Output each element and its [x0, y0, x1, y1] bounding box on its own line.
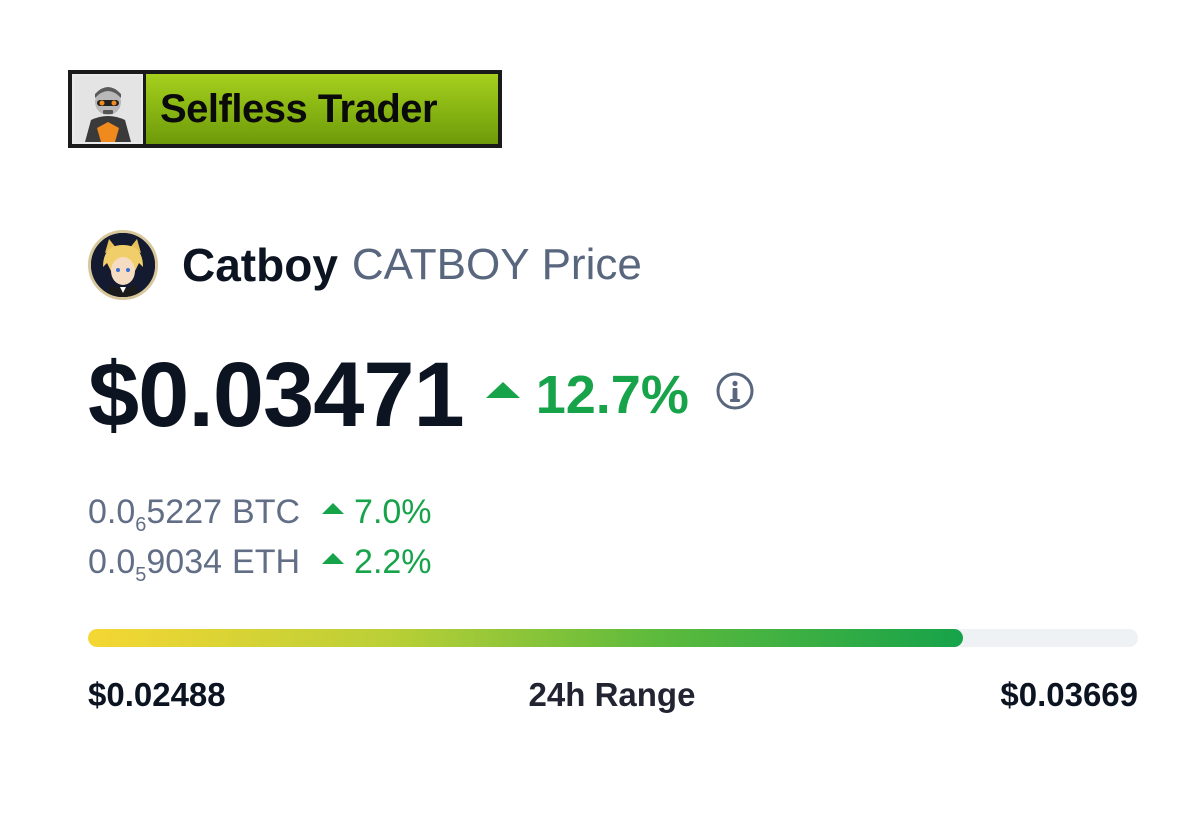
caret-up-icon [322, 502, 345, 514]
catboy-logo-icon [91, 233, 155, 297]
btc-price: 0.065227 [88, 492, 223, 536]
coin-logo [88, 230, 158, 300]
range-24h-track [88, 629, 1138, 647]
btc-change: 7.0% [322, 493, 432, 532]
watermark-badge: Selfless Trader [68, 70, 502, 148]
caret-up-icon [485, 382, 520, 398]
info-icon[interactable] [715, 371, 755, 411]
caret-up-icon [322, 552, 345, 564]
coin-title-suffix: Price [541, 240, 642, 289]
eth-price: 0.059034 [88, 542, 223, 586]
current-price: $0.03471 [88, 343, 465, 446]
watermark-avatar [72, 74, 146, 144]
range-24h-high: $0.03669 [1000, 676, 1138, 713]
coin-symbol: CATBOY [351, 240, 530, 289]
coin-header: Catboy CATBOY Price [88, 226, 642, 304]
price-row: $0.03471 12.7% [88, 340, 755, 450]
coin-name: Catboy [182, 239, 338, 291]
price-change-24h: 12.7% [485, 364, 689, 426]
eth-change: 2.2% [322, 543, 432, 582]
range-24h-fill [88, 629, 963, 647]
trader-avatar-icon [74, 76, 141, 142]
eth-conversion-row: 0.059034 ETH 2.2% [88, 540, 432, 586]
btc-conversion-row: 0.065227 BTC 7.0% [88, 490, 432, 536]
watermark-label: Selfless Trader [146, 74, 498, 144]
btc-unit: BTC [232, 492, 301, 531]
eth-unit: ETH [232, 542, 301, 581]
price-change-value: 12.7% [535, 365, 689, 425]
